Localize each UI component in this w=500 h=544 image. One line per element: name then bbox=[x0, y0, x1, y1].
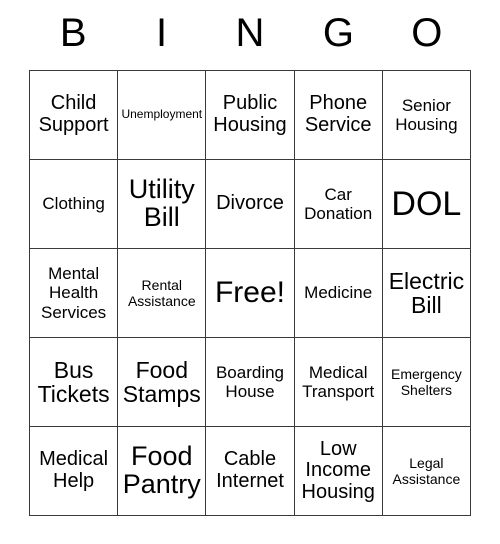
bingo-cell[interactable]: Food Pantry bbox=[118, 427, 207, 516]
bingo-cell-label: Mental Health Services bbox=[41, 264, 107, 322]
bingo-cell-label: Medical Transport bbox=[302, 362, 375, 401]
bingo-cell[interactable]: Public Housing bbox=[206, 71, 295, 160]
bingo-cell[interactable]: Utility Bill bbox=[118, 160, 207, 249]
bingo-card: B I N G O Child Support Unemployment Pub… bbox=[29, 0, 471, 516]
bingo-cell-label: Food Pantry bbox=[122, 441, 201, 499]
bingo-cell-label: Senior Housing bbox=[395, 95, 458, 134]
bingo-cell[interactable]: Cable Internet bbox=[206, 427, 295, 516]
bingo-header-letter-g: G bbox=[322, 11, 354, 55]
bingo-cell[interactable]: Child Support bbox=[30, 71, 119, 160]
bingo-cell[interactable]: Legal Assistance bbox=[382, 427, 471, 516]
bingo-cell-label: Food Stamps bbox=[122, 356, 201, 407]
bingo-cell[interactable]: Food Stamps bbox=[118, 338, 207, 427]
bingo-free-space-label: Free! bbox=[214, 275, 285, 309]
bingo-cell-label: Rental Assistance bbox=[127, 276, 196, 309]
bingo-cell-label: Legal Assistance bbox=[392, 454, 461, 487]
bingo-header-letter-n: N bbox=[235, 11, 265, 55]
bingo-cell[interactable]: Unemployment bbox=[118, 71, 207, 160]
bingo-header-letter-b: B bbox=[59, 11, 87, 55]
bingo-cell[interactable]: Senior Housing bbox=[382, 71, 471, 160]
bingo-cell[interactable]: Medical Transport bbox=[294, 338, 383, 427]
bingo-cell[interactable]: Divorce bbox=[206, 160, 295, 249]
bingo-cell-label: Medicine bbox=[304, 283, 373, 303]
bingo-cell-label: Medical Help bbox=[39, 448, 109, 492]
bingo-header-letter-o: O bbox=[411, 11, 443, 55]
bingo-cell-label: DOL bbox=[391, 185, 462, 223]
bingo-cell-label: Utility Bill bbox=[128, 174, 195, 232]
bingo-cell[interactable]: Emergency Shelters bbox=[382, 338, 471, 427]
bingo-cell-label: Low Income Housing bbox=[301, 437, 375, 503]
bingo-cell[interactable]: Boarding House bbox=[206, 338, 295, 427]
bingo-cell-label: Unemployment bbox=[121, 107, 203, 122]
bingo-cell[interactable]: Bus Tickets bbox=[30, 338, 119, 427]
bingo-cell[interactable]: Medicine bbox=[294, 249, 383, 338]
bingo-cell-label: Public Housing bbox=[213, 92, 287, 136]
bingo-free-space[interactable]: Free! bbox=[206, 249, 295, 338]
bingo-grid: Child Support Unemployment Public Housin… bbox=[29, 70, 471, 516]
bingo-cell[interactable]: Medical Help bbox=[30, 427, 119, 516]
bingo-cell[interactable]: Electric Bill bbox=[382, 249, 471, 338]
bingo-cell-label: Boarding House bbox=[215, 362, 285, 401]
bingo-cell-label: Bus Tickets bbox=[37, 356, 110, 407]
bingo-cell[interactable]: Rental Assistance bbox=[118, 249, 207, 338]
bingo-cell[interactable]: Phone Service bbox=[294, 71, 383, 160]
bingo-cell[interactable]: DOL bbox=[382, 160, 471, 249]
bingo-header-letter-i: I bbox=[156, 11, 168, 55]
bingo-header-row: B I N G O bbox=[29, 0, 471, 70]
bingo-cell-label: Car Donation bbox=[304, 184, 373, 223]
bingo-cell[interactable]: Mental Health Services bbox=[30, 249, 119, 338]
bingo-cell[interactable]: Clothing bbox=[30, 160, 119, 249]
bingo-cell-label: Cable Internet bbox=[216, 448, 284, 492]
bingo-cell-label: Emergency Shelters bbox=[390, 365, 462, 398]
bingo-cell-label: Phone Service bbox=[304, 92, 372, 136]
bingo-cell[interactable]: Low Income Housing bbox=[294, 427, 383, 516]
bingo-cell-label: Electric Bill bbox=[388, 267, 465, 318]
bingo-cell-label: Clothing bbox=[42, 194, 105, 214]
bingo-cell-label: Divorce bbox=[216, 192, 284, 215]
bingo-cell[interactable]: Car Donation bbox=[294, 160, 383, 249]
bingo-cell-label: Child Support bbox=[38, 92, 109, 136]
